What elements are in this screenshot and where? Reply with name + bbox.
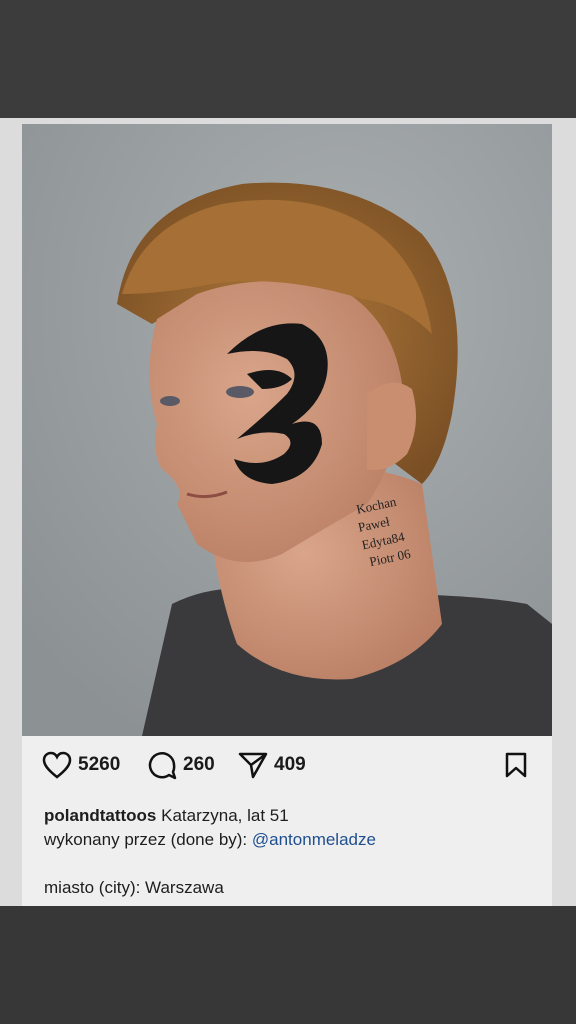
comment-icon[interactable] bbox=[147, 750, 177, 780]
comment-action[interactable]: 260 bbox=[147, 750, 215, 780]
caption-first-line: polandtattoos Katarzyna, lat 51 bbox=[44, 804, 534, 828]
caption-second-line: wykonany przez (done by): @antonmeladze bbox=[44, 828, 534, 852]
heart-icon[interactable] bbox=[42, 751, 72, 779]
story-top-bar bbox=[0, 0, 576, 118]
post-caption: polandtattoos Katarzyna, lat 51 wykonany… bbox=[44, 804, 534, 900]
caption-text-2: wykonany przez (done by): bbox=[44, 830, 248, 849]
post-card: Kochan Paweł Edyta84 Piotr 06 5260 260 4… bbox=[22, 124, 552, 906]
username-link[interactable]: polandtattoos bbox=[44, 806, 156, 825]
post-actions-bar: 5260 260 409 bbox=[22, 736, 552, 794]
story-bottom-bar bbox=[0, 906, 576, 1024]
share-icon[interactable] bbox=[238, 751, 268, 779]
caption-text-3: miasto (city): Warszawa bbox=[44, 878, 224, 897]
caption-text-1: Katarzyna, lat 51 bbox=[161, 806, 289, 825]
like-action[interactable]: 5260 bbox=[42, 750, 120, 780]
post-frame: Kochan Paweł Edyta84 Piotr 06 5260 260 4… bbox=[0, 118, 576, 906]
bookmark-action[interactable] bbox=[504, 750, 528, 780]
bookmark-icon[interactable] bbox=[504, 751, 528, 779]
share-count: 409 bbox=[274, 754, 306, 775]
comment-count: 260 bbox=[183, 754, 215, 775]
share-action[interactable]: 409 bbox=[238, 750, 306, 780]
like-count: 5260 bbox=[78, 754, 121, 775]
mention-link[interactable]: @antonmeladze bbox=[252, 830, 376, 849]
post-photo: Kochan Paweł Edyta84 Piotr 06 bbox=[22, 124, 552, 736]
